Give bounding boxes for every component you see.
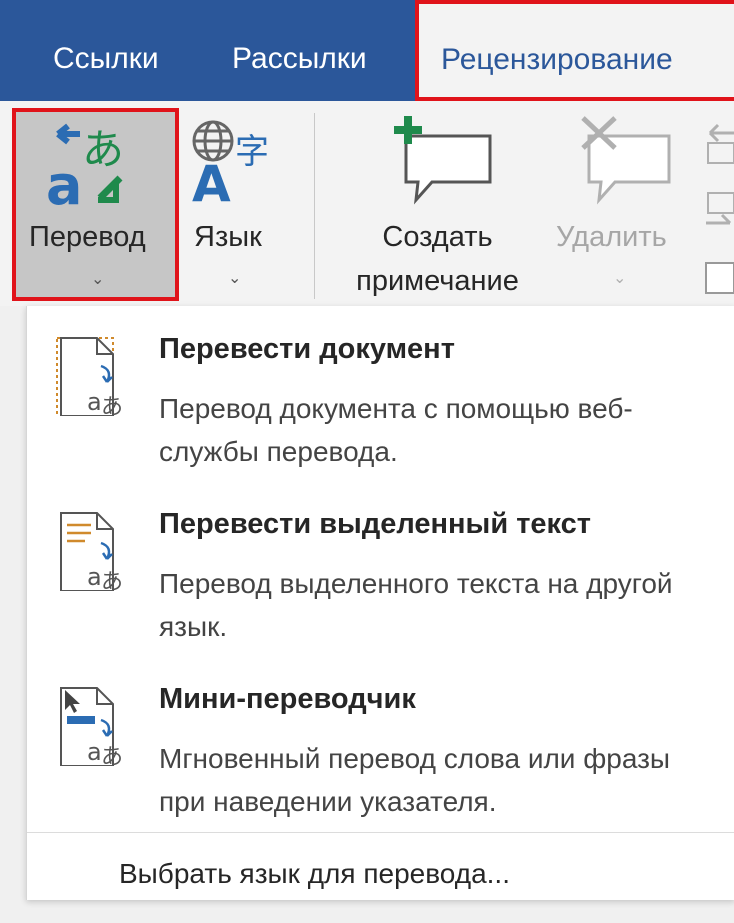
document-page-bottom: [0, 900, 734, 923]
menu-item-description: Мгновенный перевод слова или фразы при н…: [159, 743, 671, 817]
svg-text:a: a: [46, 154, 82, 217]
translate-dropdown-menu: a あ Перевести документ Перевод документа…: [26, 306, 734, 900]
delete-comment-icon: [581, 116, 671, 205]
svg-text:a: a: [87, 738, 102, 766]
tab-mailings[interactable]: Рассылки: [232, 0, 367, 101]
choose-translation-language-item[interactable]: Выбрать язык для перевода...: [119, 858, 510, 890]
svg-text:あ: あ: [101, 395, 123, 416]
new-comment-label-line2: примечание: [356, 265, 519, 297]
menu-item-translate-document[interactable]: a あ Перевести документ Перевод документа…: [27, 306, 734, 476]
comment-navigation-icon: [705, 123, 734, 294]
delete-comment-button[interactable]: Удалить ⌄: [550, 108, 690, 301]
svg-text:あ: あ: [82, 125, 124, 174]
tab-review-label: Рецензирование: [441, 43, 673, 76]
menu-item-description: Перевод документа с помощью веб-службы п…: [159, 393, 633, 467]
delete-comment-label: Удалить: [556, 221, 667, 253]
new-comment-label-line1: Создать: [382, 221, 493, 253]
translate-icon: あ a: [46, 123, 124, 217]
previous-next-comment-buttons[interactable]: [700, 113, 734, 303]
menu-item-mini-translator[interactable]: a あ Мини-переводчик Мгновенный перевод с…: [27, 656, 734, 826]
svg-text:a: a: [87, 563, 102, 591]
tab-review[interactable]: Рецензирование: [415, 0, 734, 101]
language-button[interactable]: A 字 Язык ⌄: [183, 108, 288, 301]
language-chevron-down-icon: ⌄: [228, 270, 242, 287]
svg-text:あ: あ: [101, 570, 123, 591]
document-page-margin: [0, 306, 26, 923]
new-comment-icon: [394, 116, 492, 205]
new-comment-button[interactable]: Создать примечание: [330, 108, 545, 301]
translate-document-icon: a あ: [56, 337, 123, 416]
svg-text:A: A: [192, 155, 231, 213]
menu-item-title: Перевести документ: [159, 333, 455, 365]
translate-button[interactable]: あ a Перевод ⌄: [12, 108, 179, 301]
svg-text:あ: あ: [101, 745, 123, 766]
ribbon-tab-bar: Ссылки Рассылки Рецензирование: [0, 0, 734, 101]
translate-label: Перевод: [29, 221, 146, 253]
language-icon: A 字: [192, 120, 269, 213]
svg-text:字: 字: [235, 132, 269, 172]
menu-item-title: Перевести выделенный текст: [159, 508, 591, 540]
delete-chevron-down-icon: ⌄: [613, 270, 627, 287]
menu-item-description: Перевод выделенного текста на другой язы…: [159, 568, 673, 642]
language-label: Язык: [194, 221, 262, 253]
menu-item-translate-selection[interactable]: a あ Перевести выделенный текст Перевод в…: [27, 481, 734, 651]
tab-links[interactable]: Ссылки: [53, 0, 159, 101]
translate-selection-icon: a あ: [60, 512, 123, 591]
svg-text:a: a: [87, 388, 102, 416]
ribbon-group-separator: [314, 113, 315, 299]
mini-translator-icon: a あ: [60, 687, 123, 766]
menu-item-title: Мини-переводчик: [159, 683, 416, 715]
menu-divider: [27, 832, 734, 833]
translate-chevron-down-icon: ⌄: [91, 271, 105, 288]
